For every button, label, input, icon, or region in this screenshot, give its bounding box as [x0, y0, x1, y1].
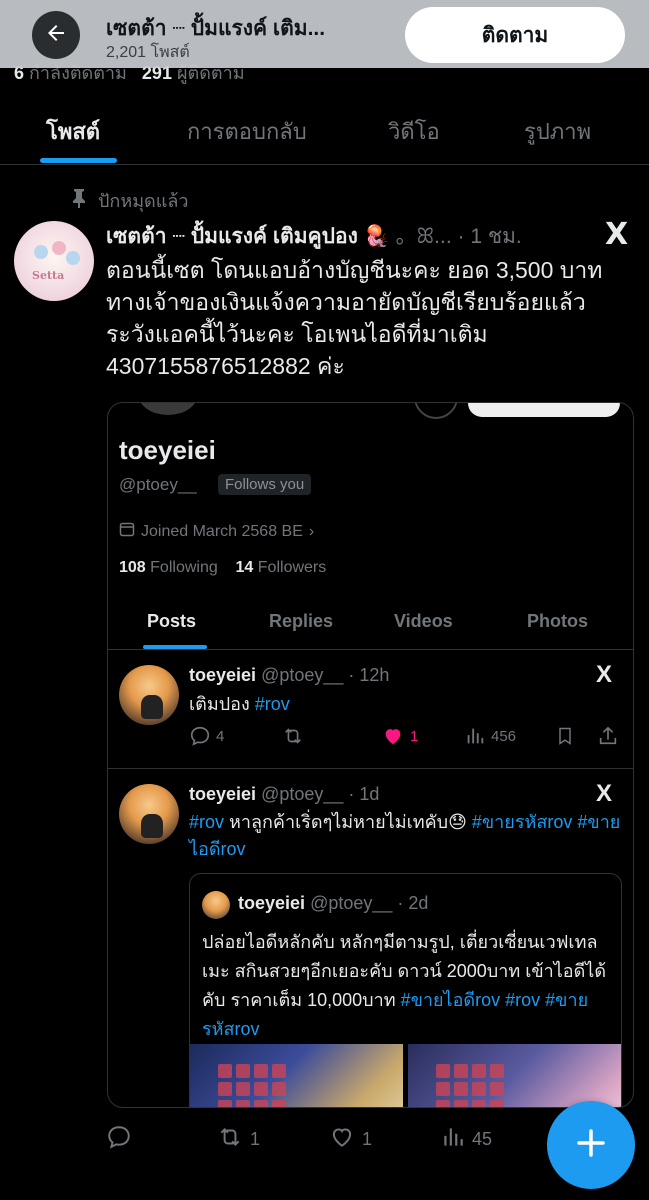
active-tab-indicator [40, 158, 117, 163]
heart-icon: 1 [381, 725, 418, 747]
reply-icon [106, 1124, 132, 1155]
x-logo-icon: X [596, 661, 613, 688]
tab-posts[interactable]: โพสต์ [46, 114, 100, 149]
reply-icon: 4 [189, 725, 224, 747]
x-logo-icon: X [596, 780, 613, 807]
quoted-post-text: ปล่อยไอดีหลักคับ หลักๆมีตามรูป, เตี่ยวเซ… [202, 932, 607, 1039]
screenshot-followers-count: 14 [235, 559, 254, 576]
tweet-header: เซตต้า ┈ ปั้มแรงค์ เติมคูปอง 🪼 。ꕤ... · 1… [106, 220, 596, 253]
screenshot-post-avatar [119, 665, 179, 725]
repost-count: 1 [250, 1129, 261, 1149]
tweet-time: · 1 ชม. [457, 225, 522, 248]
tab-media[interactable]: รูปภาพ [524, 114, 591, 149]
divider [108, 768, 633, 769]
tweet-author-name[interactable]: เซตต้า ┈ ปั้มแรงค์ เติมคูปอง 🪼 [106, 225, 390, 248]
screenshot-tab-replies: Replies [269, 611, 334, 631]
joined-label: Joined March 2568 BE [141, 522, 303, 540]
screenshot-following-label: Following [150, 559, 218, 576]
tweet-actions: 1 1 45 [106, 1124, 536, 1152]
plus-icon [575, 1127, 607, 1164]
screenshot-post-actions: 4 1 456 [189, 725, 629, 751]
screenshot-following-count: 108 [119, 559, 146, 576]
screenshot-post-avatar [119, 784, 179, 844]
quoted-post-header: toeyeiei @ptoey__ · 2d [238, 893, 429, 913]
views-count: 45 [472, 1129, 493, 1149]
back-button[interactable] [32, 11, 80, 59]
share-icon [597, 725, 619, 747]
follows-you-badge: Follows you [218, 474, 312, 495]
screenshot-post-text: #rov หาลูกค้าเริ่ดๆไม่หายไม่เทคับ😓 #ขายร… [189, 812, 621, 859]
bookmark-icon [555, 725, 575, 747]
screenshot-tab-photos: Photos [527, 611, 588, 631]
pinned-indicator: ปักหมุดแล้ว [70, 186, 188, 215]
screenshot-tab-videos: Videos [394, 611, 453, 631]
profile-header-bar: เซตต้า ┈ ปั้มแรงค์ เติม... 2,201 โพสต์ ต… [0, 0, 649, 68]
like-button[interactable]: 1 [328, 1124, 372, 1155]
quoted-post-image [190, 1044, 403, 1107]
screenshot-tab-posts: Posts [147, 611, 197, 631]
screenshot-post-header: toeyeiei @ptoey__ · 1d [189, 784, 380, 804]
repost-icon [281, 725, 305, 747]
screenshot-active-tab-indicator [143, 645, 207, 649]
screenshot-post-text: เติมปอง #rov [189, 694, 290, 714]
tab-replies[interactable]: การตอบกลับ [187, 114, 307, 149]
reply-button[interactable] [106, 1124, 138, 1155]
post-count: 2,201 โพสต์ [106, 44, 190, 61]
screenshot-tabs: Posts Replies Videos Photos [108, 597, 633, 650]
repost-button[interactable]: 1 [216, 1124, 260, 1155]
profile-tabs: โพสต์ การตอบกลับ วิดีโอ รูปภาพ [0, 100, 649, 165]
screenshot-profile-handle: @ptoey__ [119, 475, 197, 494]
x-logo-icon: X [605, 217, 629, 252]
chevron-right-icon: › [308, 522, 315, 540]
screenshot-button [468, 403, 620, 417]
follow-button[interactable]: ติดตาม [405, 7, 625, 63]
screenshot-followers-label: Followers [257, 559, 327, 576]
repost-icon [216, 1124, 244, 1155]
screenshot-avatar [138, 403, 198, 415]
compose-button[interactable] [547, 1101, 635, 1189]
screenshot-post-header: toeyeiei @ptoey__ · 12h [189, 665, 390, 685]
quoted-post: toeyeiei @ptoey__ · 2d ปล่อยไอดีหลักคับ … [189, 873, 622, 1107]
quoted-post-avatar [202, 891, 230, 919]
like-count: 1 [362, 1129, 373, 1149]
pinned-label: ปักหมุดแล้ว [98, 191, 189, 211]
views-icon [440, 1124, 466, 1155]
screenshot-more-button [414, 403, 458, 419]
heart-icon [328, 1124, 356, 1155]
back-arrow-icon [44, 21, 68, 50]
calendar-icon [119, 521, 135, 542]
tweet-author-handle[interactable]: 。ꕤ... [396, 225, 452, 248]
pin-icon [70, 188, 88, 213]
tweet-image[interactable]: toeyeiei @ptoey__ Follows you Joined Mar… [107, 402, 634, 1108]
joined-date: Joined March 2568 BE › [119, 521, 314, 542]
screenshot-stats: 108 Following 14 Followers [119, 559, 326, 577]
views-icon: 456 [464, 725, 516, 747]
tweet-text: ตอนนี้เซต โดนแอบอ้างบัญชีนะคะ ยอด 3,500 … [106, 257, 603, 379]
screenshot-profile-name: toeyeiei [119, 435, 216, 465]
views-button[interactable]: 45 [440, 1124, 492, 1155]
avatar[interactable]: Setta [14, 221, 94, 301]
tab-videos[interactable]: วิดีโอ [388, 114, 440, 149]
avatar-text: Setta [32, 269, 65, 282]
quoted-post-image [408, 1044, 621, 1107]
